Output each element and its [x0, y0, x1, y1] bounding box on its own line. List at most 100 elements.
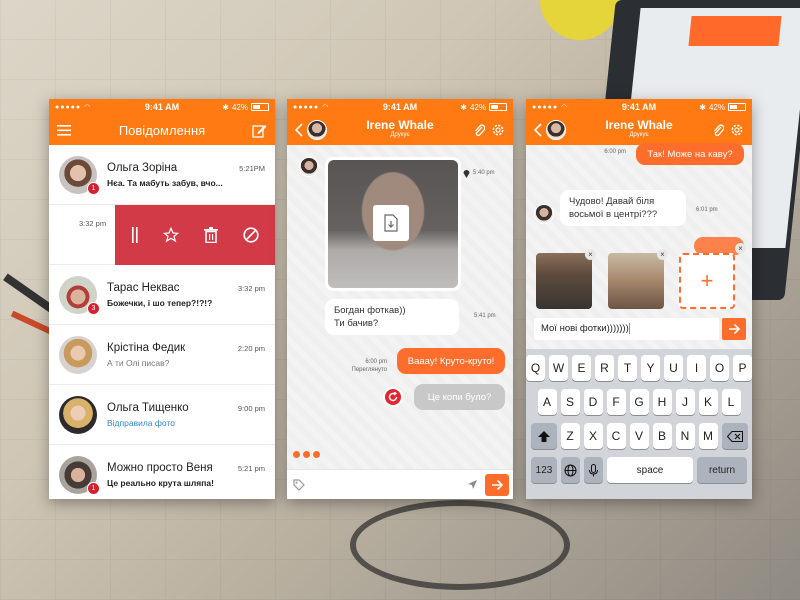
- numbers-key[interactable]: 123: [531, 457, 557, 483]
- outgoing-message: Так! Може на каву?: [636, 143, 744, 165]
- avatar: [59, 395, 97, 434]
- message-time: 6:00 pm: [604, 149, 626, 155]
- menu-icon[interactable]: [57, 124, 71, 136]
- shift-key-icon[interactable]: [530, 423, 557, 449]
- return-key[interactable]: return: [697, 457, 747, 483]
- back-icon[interactable]: [295, 123, 303, 137]
- last-message: Відправила фото: [107, 417, 175, 428]
- retry-icon[interactable]: [383, 387, 403, 407]
- key-c[interactable]: C: [606, 423, 626, 449]
- message-time: 2:20 pm: [237, 344, 265, 353]
- failed-message: Це копи було?: [414, 384, 505, 410]
- laptop-bar-decoration: [688, 16, 782, 46]
- download-icon[interactable]: [373, 205, 409, 241]
- status-bar: ●●●●● ◠ 9:41 AM ✱ 42%: [287, 99, 513, 115]
- attached-photo-thumb[interactable]: [608, 253, 664, 309]
- globe-key-icon[interactable]: [561, 457, 580, 483]
- key-j[interactable]: J: [675, 389, 695, 415]
- key-u[interactable]: U: [664, 355, 683, 381]
- avatar: 1: [59, 455, 100, 495]
- conversation-row[interactable]: 1 Можно просто Веня Це реально крута шля…: [49, 445, 275, 499]
- compose-icon[interactable]: [252, 123, 267, 138]
- keyboard-row-3: Z X C V B N M: [526, 423, 752, 449]
- key-g[interactable]: G: [629, 389, 649, 415]
- last-message: Божечки, і шо тепер?!?!?: [107, 297, 213, 308]
- key-v[interactable]: V: [629, 423, 649, 449]
- remove-photo-icon[interactable]: ×: [657, 249, 668, 260]
- message-time: 3:32 pm: [237, 284, 265, 293]
- avatar: 3: [59, 275, 100, 315]
- attach-icon[interactable]: [712, 123, 724, 137]
- tag-icon[interactable]: [293, 478, 305, 491]
- key-d[interactable]: D: [583, 389, 603, 415]
- key-h[interactable]: H: [652, 389, 672, 415]
- conversation-row[interactable]: Ольга Тищенко Відправила фото 9:00 pm: [49, 385, 275, 445]
- microphone-key-icon[interactable]: [584, 457, 603, 483]
- key-s[interactable]: S: [560, 389, 580, 415]
- swiped-conversation-row[interactable]: 3:32 pm: [49, 205, 275, 265]
- key-o[interactable]: O: [710, 355, 729, 381]
- contact-avatar[interactable]: [546, 120, 566, 140]
- avatar: 1: [59, 155, 100, 195]
- message-input[interactable]: [305, 475, 468, 495]
- key-x[interactable]: X: [583, 423, 603, 449]
- conversation-row[interactable]: 1 Ольга Зоріна Нєа. Та мабуть забув, вчо…: [49, 145, 275, 205]
- trash-icon[interactable]: [203, 227, 218, 243]
- key-z[interactable]: Z: [560, 423, 580, 449]
- key-n[interactable]: N: [675, 423, 695, 449]
- send-button[interactable]: [485, 473, 509, 496]
- battery-icon: [728, 103, 746, 111]
- key-b[interactable]: B: [652, 423, 672, 449]
- back-icon[interactable]: [534, 123, 542, 137]
- send-button[interactable]: [722, 318, 746, 340]
- battery-icon: [489, 103, 507, 111]
- text-caret: [628, 323, 630, 334]
- photo-message[interactable]: [325, 157, 461, 291]
- key-t[interactable]: T: [618, 355, 637, 381]
- block-icon[interactable]: [242, 227, 259, 243]
- add-photo-button[interactable]: +: [679, 253, 735, 309]
- nav-bar: Повідомлення: [49, 115, 275, 145]
- status-time: 9:41 AM: [621, 102, 657, 112]
- battery-icon: [251, 103, 269, 111]
- message-input-bar: [287, 469, 513, 499]
- backspace-key-icon[interactable]: [721, 423, 748, 449]
- star-icon[interactable]: [162, 227, 179, 243]
- message-time: 6:00 pm: [365, 359, 387, 365]
- remove-photo-icon[interactable]: ×: [585, 249, 596, 260]
- key-q[interactable]: Q: [526, 355, 545, 381]
- key-r[interactable]: R: [595, 355, 614, 381]
- sender-avatar: [534, 204, 554, 224]
- unread-badge: 1: [87, 181, 100, 195]
- contact-avatar[interactable]: [307, 120, 327, 140]
- last-message: Нєа. Та мабуть забув, вчо...: [107, 177, 223, 188]
- message-time: 5:21PM: [239, 164, 265, 173]
- settings-gear-icon[interactable]: [730, 123, 744, 137]
- settings-gear-icon[interactable]: [491, 123, 505, 137]
- attach-icon[interactable]: [473, 123, 485, 137]
- contact-name: Ольга Зоріна: [107, 161, 178, 174]
- compose-text: Мої нові фотки))))))): [541, 323, 629, 335]
- key-w[interactable]: W: [549, 355, 568, 381]
- incoming-message: Богдан фоткав)) Ти бачив?: [325, 299, 459, 335]
- key-a[interactable]: A: [537, 389, 557, 415]
- key-l[interactable]: L: [721, 389, 741, 415]
- key-p[interactable]: P: [733, 355, 752, 381]
- attached-photo-thumb[interactable]: [536, 253, 592, 309]
- space-key[interactable]: space: [607, 457, 693, 483]
- close-attachments-icon[interactable]: ×: [735, 243, 746, 254]
- key-f[interactable]: F: [606, 389, 626, 415]
- keyboard-row-2: A S D F G H J K L: [526, 389, 752, 415]
- message-input[interactable]: Мої нові фотки))))))): [534, 318, 719, 340]
- conversation-row[interactable]: 3 Тарас Неквас Божечки, і шо тепер?!?!? …: [49, 265, 275, 325]
- last-message: А ти Олі писав?: [107, 357, 170, 368]
- keyboard: Q W E R T Y U I O P A S D F G H J K L Z …: [526, 349, 752, 499]
- location-arrow-icon[interactable]: [468, 480, 477, 489]
- key-k[interactable]: K: [698, 389, 718, 415]
- key-i[interactable]: I: [687, 355, 706, 381]
- bars-icon[interactable]: [131, 227, 138, 243]
- conversation-row[interactable]: Крістіна Федик А ти Олі писав? 2:20 pm: [49, 325, 275, 385]
- key-m[interactable]: M: [698, 423, 718, 449]
- key-e[interactable]: E: [572, 355, 591, 381]
- key-y[interactable]: Y: [641, 355, 660, 381]
